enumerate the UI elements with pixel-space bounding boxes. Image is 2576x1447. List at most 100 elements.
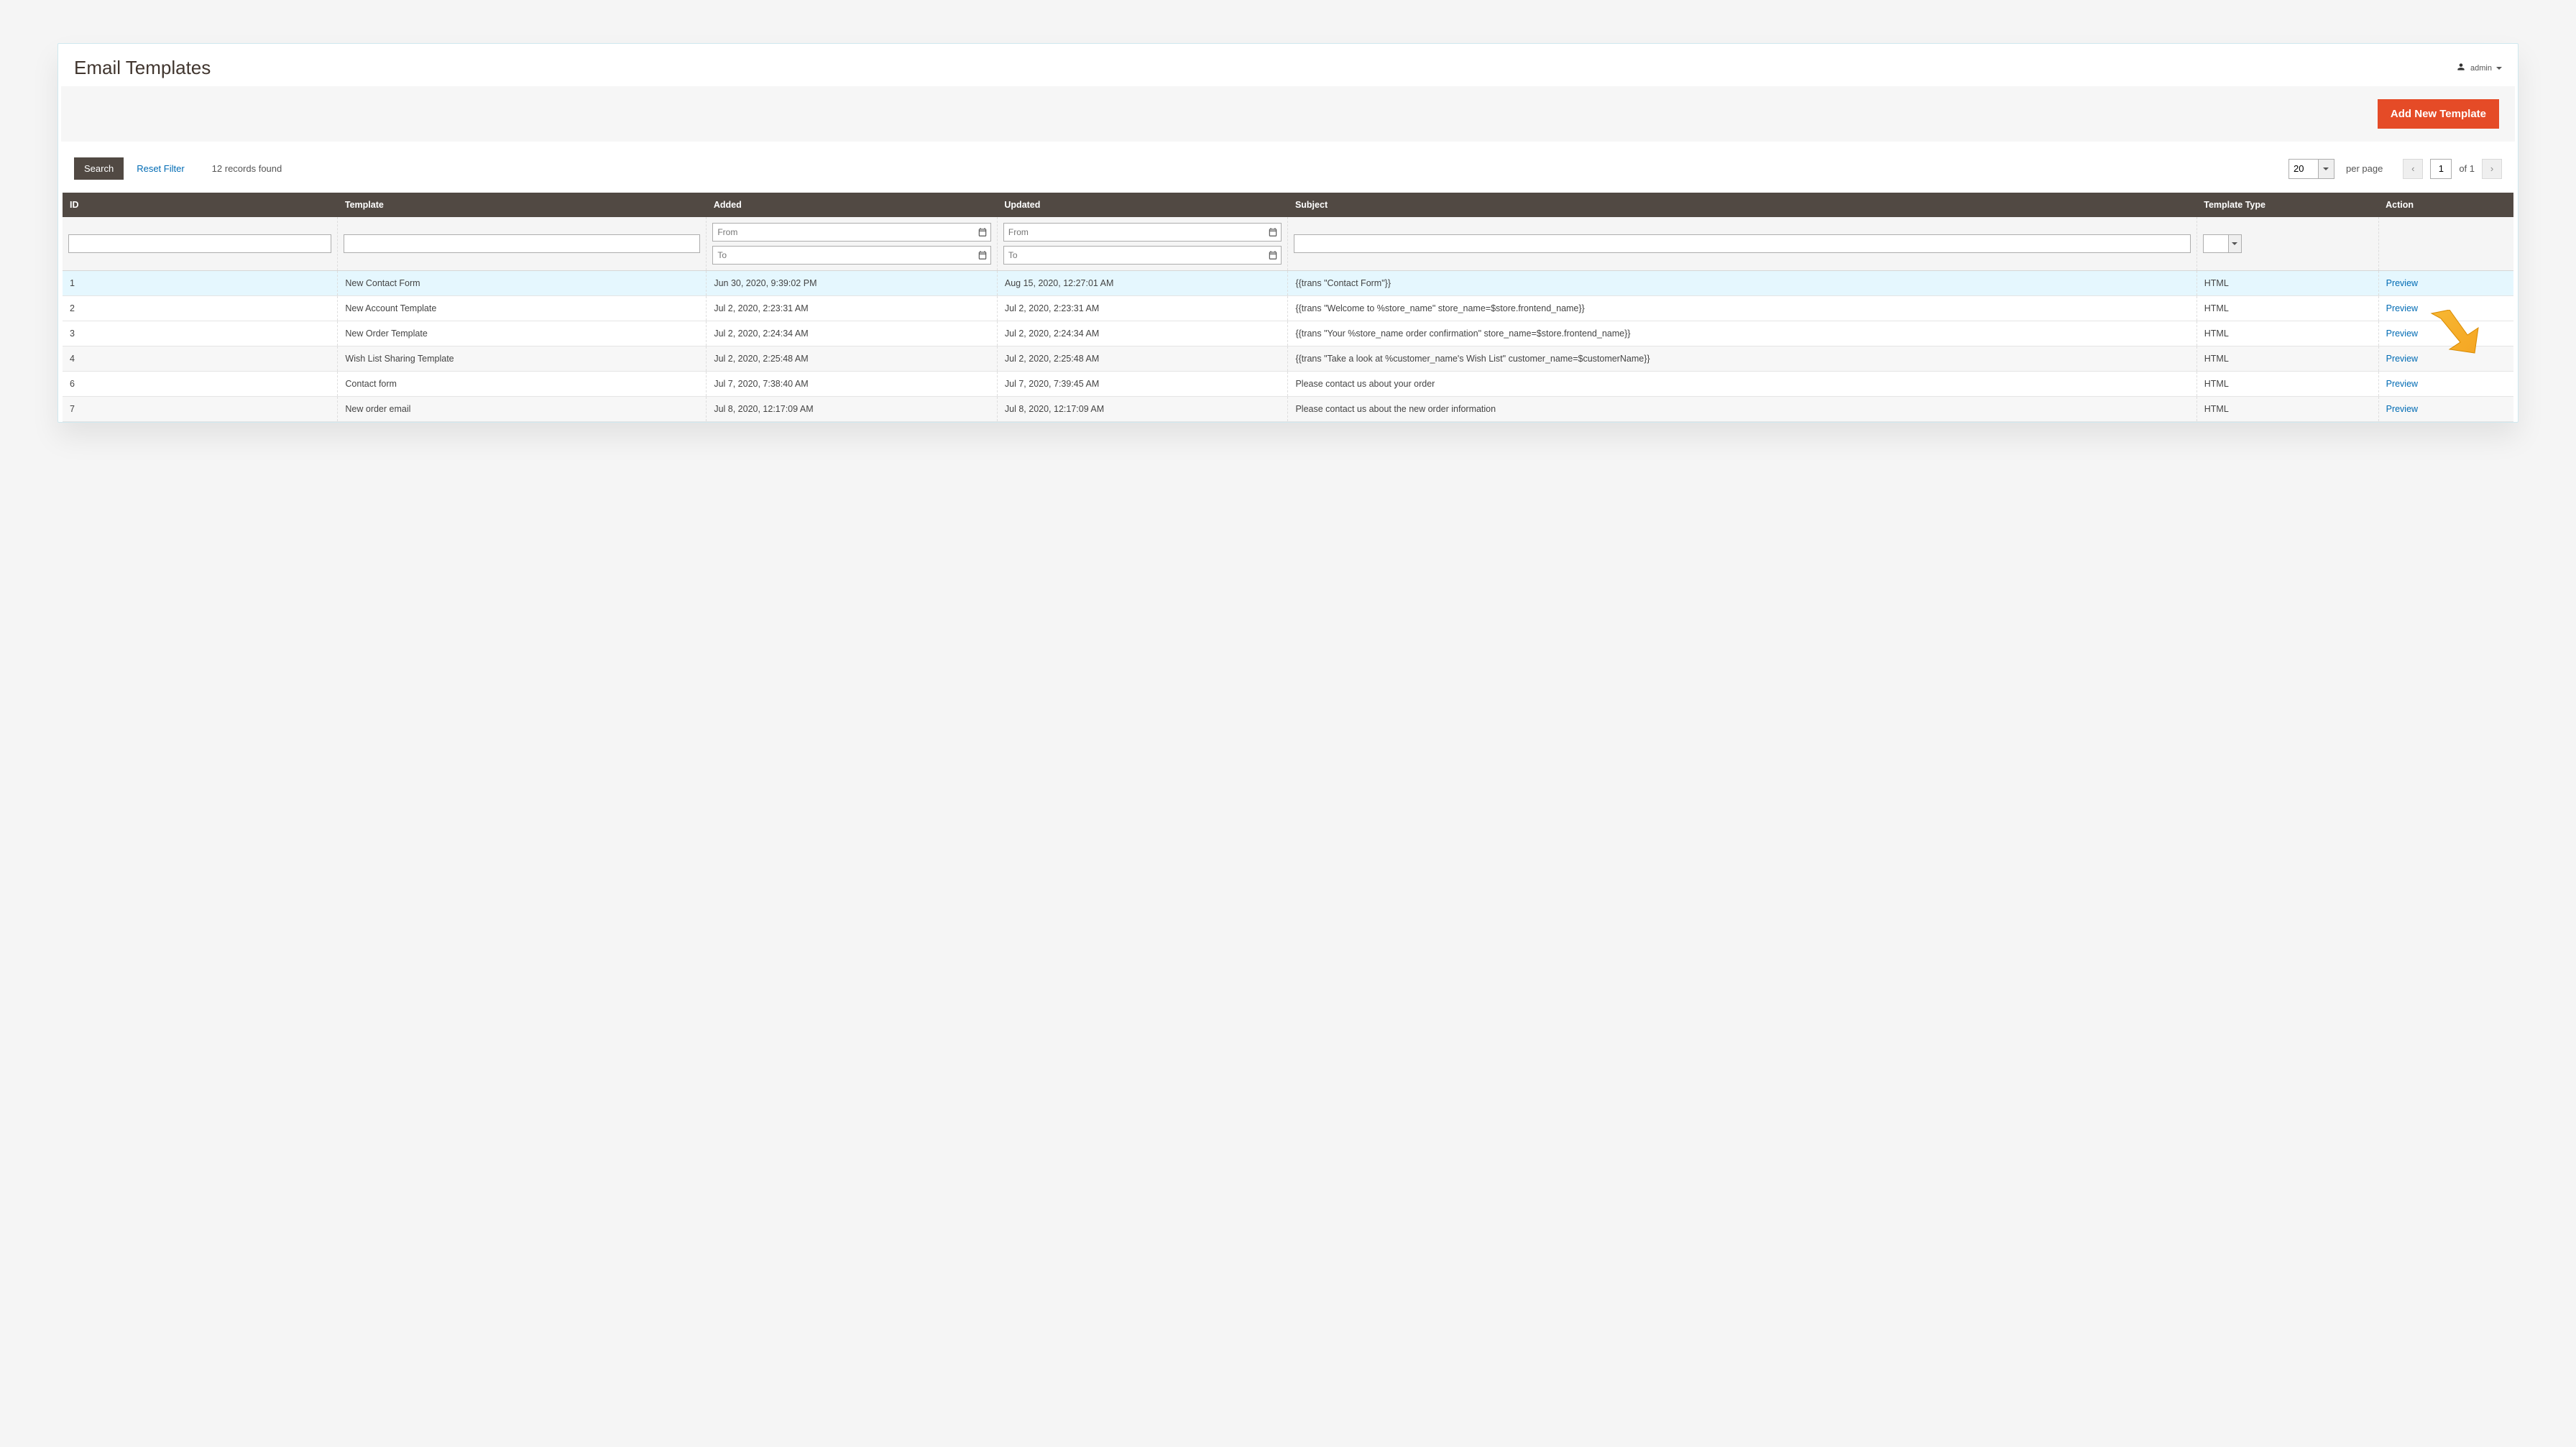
- cell-template: New order email: [338, 397, 707, 422]
- cell-updated: Jul 2, 2020, 2:23:31 AM: [997, 296, 1288, 321]
- cell-updated: Jul 8, 2020, 12:17:09 AM: [997, 397, 1288, 422]
- col-added[interactable]: Added: [707, 193, 998, 217]
- cell-added: Jul 7, 2020, 7:38:40 AM: [707, 372, 998, 397]
- table-row[interactable]: 4Wish List Sharing Template Jul 2, 2020, …: [63, 346, 2513, 372]
- filter-type-dropdown-button[interactable]: [2228, 235, 2241, 252]
- pager: per page ‹ of 1 ›: [2288, 159, 2502, 179]
- page-title: Email Templates: [74, 57, 211, 79]
- header: Email Templates admin: [58, 44, 2518, 86]
- username: admin: [2470, 64, 2492, 73]
- cell-action: Preview: [2378, 346, 2513, 372]
- caret-down-icon: [2323, 167, 2329, 170]
- cell-id: 7: [63, 397, 338, 422]
- cell-id: 4: [63, 346, 338, 372]
- cell-action: Preview: [2378, 372, 2513, 397]
- filter-updated-to[interactable]: [1003, 246, 1282, 265]
- filter-added-to[interactable]: [712, 246, 991, 265]
- cell-template: Wish List Sharing Template: [338, 346, 707, 372]
- prev-page-button[interactable]: ‹: [2403, 159, 2423, 179]
- action-bar: Add New Template: [61, 86, 2515, 142]
- table-row[interactable]: 2New Account TemplateJul 2, 2020, 2:23:3…: [63, 296, 2513, 321]
- cell-action: Preview: [2378, 296, 2513, 321]
- cell-updated: Jul 7, 2020, 7:39:45 AM: [997, 372, 1288, 397]
- cell-type: HTML: [2196, 271, 2378, 296]
- cell-id: 2: [63, 296, 338, 321]
- of-pages-label: of 1: [2459, 163, 2475, 174]
- cell-subject: {{trans "Contact Form"}}: [1288, 271, 2196, 296]
- preview-link[interactable]: Preview: [2386, 354, 2418, 364]
- filter-type-select[interactable]: [2203, 234, 2242, 253]
- col-action: Action: [2378, 193, 2513, 217]
- cell-subject: Please contact us about your order: [1288, 372, 2196, 397]
- cell-updated: Jul 2, 2020, 2:24:34 AM: [997, 321, 1288, 346]
- filter-added-to-input[interactable]: [713, 250, 975, 260]
- cell-template: New Contact Form: [338, 271, 707, 296]
- cell-updated: Jul 2, 2020, 2:25:48 AM: [997, 346, 1288, 372]
- col-template[interactable]: Template: [338, 193, 707, 217]
- table-row[interactable]: 3New Order Template Jul 2, 2020, 2:24:34 …: [63, 321, 2513, 346]
- chevron-left-icon: ‹: [2411, 163, 2414, 174]
- records-found-label: 12 records found: [212, 163, 282, 174]
- calendar-icon[interactable]: [975, 227, 990, 237]
- filter-added-from-input[interactable]: [713, 227, 975, 237]
- cell-type: HTML: [2196, 296, 2378, 321]
- cell-subject: {{trans "Take a look at %customer_name's…: [1288, 346, 2196, 372]
- filter-updated-from-input[interactable]: [1004, 227, 1266, 237]
- cell-template: New Account Template: [338, 296, 707, 321]
- user-menu[interactable]: admin: [2456, 62, 2502, 74]
- table-header-row: ID Template Added Updated Subject Templa…: [63, 193, 2513, 217]
- cell-id: 3: [63, 321, 338, 346]
- add-new-template-button[interactable]: Add New Template: [2378, 99, 2499, 129]
- calendar-icon[interactable]: [1265, 250, 1281, 260]
- filter-id-input[interactable]: [68, 234, 331, 253]
- page-number-input[interactable]: [2430, 159, 2452, 179]
- cell-type: HTML: [2196, 321, 2378, 346]
- next-page-button[interactable]: ›: [2482, 159, 2502, 179]
- calendar-icon[interactable]: [975, 250, 990, 260]
- user-icon: [2456, 62, 2466, 74]
- reset-filter-link[interactable]: Reset Filter: [137, 163, 184, 174]
- chevron-right-icon: ›: [2490, 163, 2493, 174]
- preview-link[interactable]: Preview: [2386, 278, 2418, 288]
- cell-added: Jul 2, 2020, 2:23:31 AM: [707, 296, 998, 321]
- col-updated[interactable]: Updated: [997, 193, 1288, 217]
- per-page-label: per page: [2346, 163, 2383, 174]
- cell-action: Preview: [2378, 271, 2513, 296]
- preview-link[interactable]: Preview: [2386, 404, 2418, 414]
- page-size-input[interactable]: [2288, 159, 2319, 179]
- cell-subject: Please contact us about the new order in…: [1288, 397, 2196, 422]
- calendar-icon[interactable]: [1265, 227, 1281, 237]
- table-row[interactable]: 1New Contact FormJun 30, 2020, 9:39:02 P…: [63, 271, 2513, 296]
- cell-type: HTML: [2196, 372, 2378, 397]
- filter-added-from[interactable]: [712, 223, 991, 242]
- filter-row: [63, 217, 2513, 271]
- cell-action: Preview: [2378, 397, 2513, 422]
- cell-template: New Order Template: [338, 321, 707, 346]
- page-size-dropdown-button[interactable]: [2319, 159, 2334, 179]
- filter-subject-input[interactable]: [1294, 234, 2190, 253]
- preview-link[interactable]: Preview: [2386, 303, 2418, 313]
- filter-updated-from[interactable]: [1003, 223, 1282, 242]
- grid-toolbar: Search Reset Filter 12 records found per…: [58, 142, 2518, 193]
- col-subject[interactable]: Subject: [1288, 193, 2196, 217]
- cell-type: HTML: [2196, 346, 2378, 372]
- cell-added: Jun 30, 2020, 9:39:02 PM: [707, 271, 998, 296]
- table-row[interactable]: 7New order emailJul 8, 2020, 12:17:09 AM…: [63, 397, 2513, 422]
- cell-template: Contact form: [338, 372, 707, 397]
- cell-subject: {{trans "Your %store_name order confirma…: [1288, 321, 2196, 346]
- cell-updated: Aug 15, 2020, 12:27:01 AM: [997, 271, 1288, 296]
- cell-added: Jul 8, 2020, 12:17:09 AM: [707, 397, 998, 422]
- chevron-down-icon: [2496, 67, 2502, 70]
- filter-updated-to-input[interactable]: [1004, 250, 1266, 260]
- table-row[interactable]: 6Contact formJul 7, 2020, 7:38:40 AMJul …: [63, 372, 2513, 397]
- filter-template-input[interactable]: [344, 234, 700, 253]
- search-button[interactable]: Search: [74, 157, 124, 180]
- cell-subject: {{trans "Welcome to %store_name" store_n…: [1288, 296, 2196, 321]
- preview-link[interactable]: Preview: [2386, 379, 2418, 389]
- main-panel: Email Templates admin Add New Template S…: [58, 43, 2518, 423]
- templates-table: ID Template Added Updated Subject Templa…: [63, 193, 2513, 422]
- col-id[interactable]: ID: [63, 193, 338, 217]
- preview-link[interactable]: Preview: [2386, 329, 2418, 339]
- col-type[interactable]: Template Type: [2196, 193, 2378, 217]
- cell-id: 1: [63, 271, 338, 296]
